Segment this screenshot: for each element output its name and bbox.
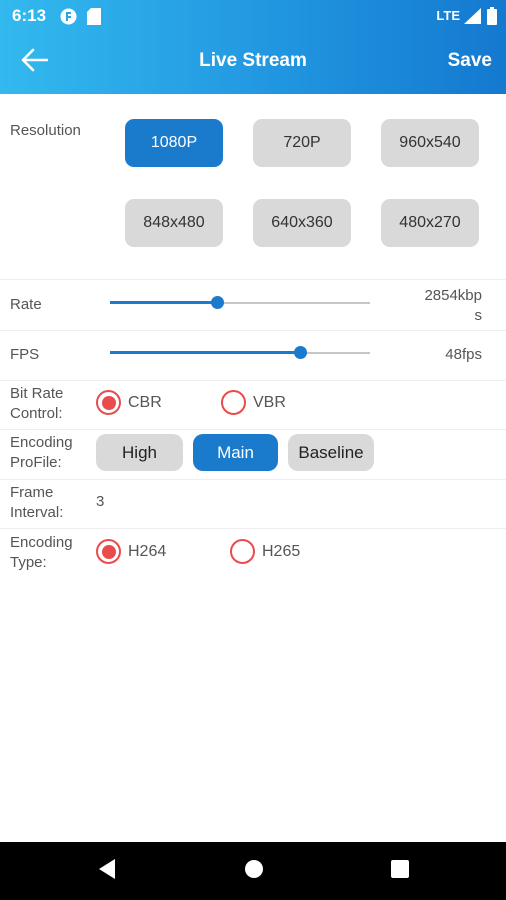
status-bar: 6:13 LTE xyxy=(0,0,506,32)
notification-icon xyxy=(60,8,77,30)
rate-slider-fill xyxy=(110,301,217,304)
radio-vbr-label: VBR xyxy=(253,393,286,411)
frame-interval-value: 3 xyxy=(96,493,105,510)
radio-selected-dot xyxy=(101,395,116,410)
radio-cbr-label: CBR xyxy=(128,393,162,411)
radio-h265-label: H265 xyxy=(262,542,301,560)
resolution-option-720p[interactable]: 720P xyxy=(253,119,351,167)
resolution-option-1080p[interactable]: 1080P xyxy=(125,119,223,167)
encoding-type-label-line1: Encoding xyxy=(10,534,73,551)
encoding-profile-label-line2: ProFile: xyxy=(10,454,62,471)
fps-slider-thumb[interactable] xyxy=(293,346,307,359)
frame-interval-label: Frame Interval: xyxy=(10,483,63,523)
fps-slider-fill xyxy=(110,351,300,354)
bit-rate-control-label: Bit Rate Control: xyxy=(10,384,63,424)
divider xyxy=(0,279,506,280)
app-bar: Live Stream Save xyxy=(0,32,506,94)
nav-home-icon xyxy=(244,859,264,884)
fps-slider[interactable] xyxy=(110,343,370,363)
nav-back-button[interactable] xyxy=(95,858,119,885)
bit-rate-control-label-line1: Bit Rate xyxy=(10,385,64,402)
rate-slider-thumb[interactable] xyxy=(210,296,224,309)
fps-label: FPS xyxy=(10,346,40,363)
nav-back-icon xyxy=(97,858,117,885)
resolution-option-480x270[interactable]: 480x270 xyxy=(381,199,479,247)
radio-h265[interactable]: H265 xyxy=(230,539,300,564)
encoding-type-label-line2: Type: xyxy=(10,554,47,571)
radio-vbr[interactable]: VBR xyxy=(221,390,286,415)
network-type: LTE xyxy=(436,8,460,23)
divider xyxy=(0,479,506,480)
frame-interval-label-line1: Frame xyxy=(10,484,54,501)
header: 6:13 LTE Live Stream Save xyxy=(0,0,506,94)
radio-h264[interactable]: H264 xyxy=(96,539,166,564)
resolution-option-640x360[interactable]: 640x360 xyxy=(253,199,351,247)
radio-h265-circle xyxy=(230,539,255,564)
encoding-profile-label: Encoding ProFile: xyxy=(10,433,73,473)
nav-recents-button[interactable] xyxy=(388,859,412,883)
divider xyxy=(0,330,506,331)
profile-option-main[interactable]: Main xyxy=(193,434,278,471)
profile-option-high[interactable]: High xyxy=(96,434,183,471)
signal-icon xyxy=(464,8,481,29)
rate-label: Rate xyxy=(10,296,42,313)
resolution-option-960x540[interactable]: 960x540 xyxy=(381,119,479,167)
resolution-label: Resolution xyxy=(10,122,81,139)
nav-home-button[interactable] xyxy=(242,859,266,883)
resolution-option-848x480[interactable]: 848x480 xyxy=(125,199,223,247)
sd-card-icon xyxy=(87,8,101,30)
encoding-profile-label-line1: Encoding xyxy=(10,434,73,451)
rate-value-line2: s xyxy=(474,307,483,324)
radio-h264-circle xyxy=(96,539,121,564)
radio-cbr-circle xyxy=(96,390,121,415)
nav-recents-icon xyxy=(391,859,409,883)
encoding-type-label: Encoding Type: xyxy=(10,533,73,573)
fps-value: 48fps xyxy=(445,346,482,363)
status-time: 6:13 xyxy=(12,6,47,25)
profile-option-baseline[interactable]: Baseline xyxy=(288,434,374,471)
live-stream-screen: 6:13 LTE Live Stream Save Resolution 108… xyxy=(0,0,506,900)
radio-cbr[interactable]: CBR xyxy=(96,390,162,415)
divider xyxy=(0,528,506,529)
rate-slider[interactable] xyxy=(110,293,370,313)
battery-icon xyxy=(487,7,497,30)
page-title: Live Stream xyxy=(199,50,307,71)
radio-h264-label: H264 xyxy=(128,542,167,560)
bit-rate-control-label-line2: Control: xyxy=(10,405,63,422)
save-button[interactable]: Save xyxy=(448,50,492,72)
rate-value-line1: 2854kbp xyxy=(424,287,482,304)
divider xyxy=(0,429,506,430)
frame-interval-label-line2: Interval: xyxy=(10,504,64,521)
divider xyxy=(0,380,506,381)
radio-vbr-circle xyxy=(221,390,246,415)
rate-value: 2854kbp s xyxy=(424,286,482,326)
system-nav-bar xyxy=(0,842,506,900)
radio-selected-dot xyxy=(101,544,116,559)
